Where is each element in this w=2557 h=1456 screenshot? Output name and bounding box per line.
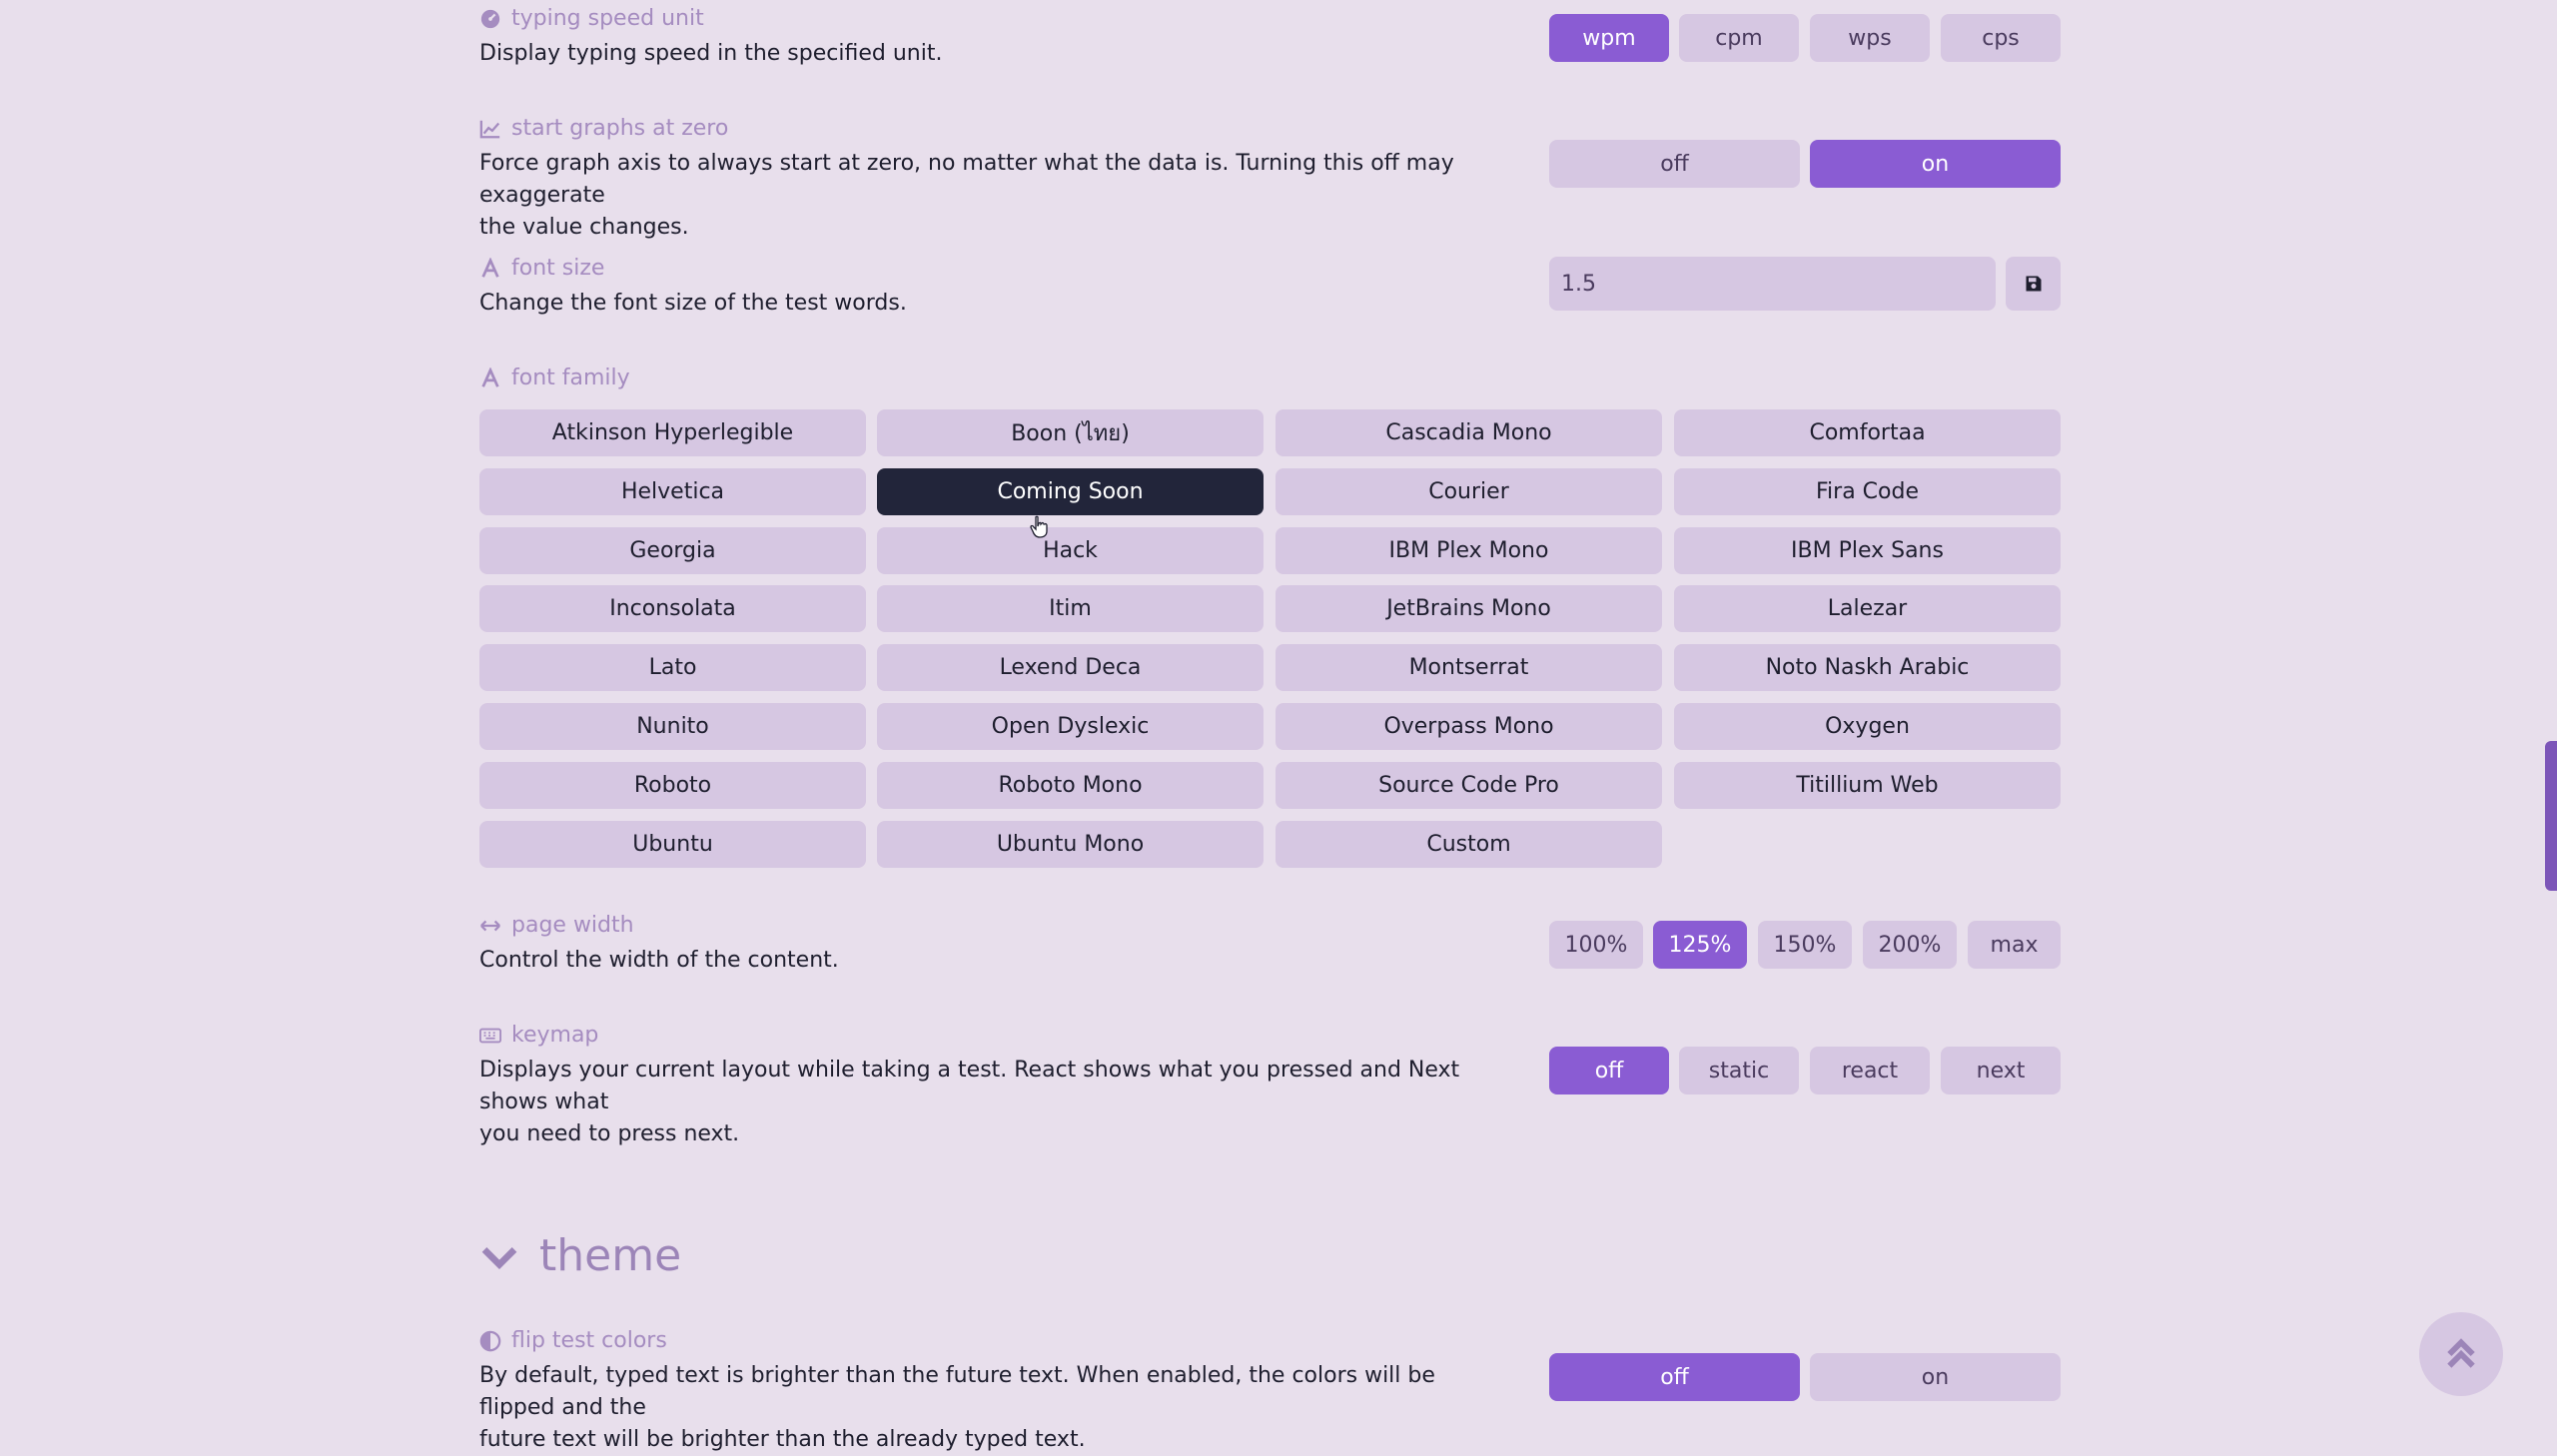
option-max[interactable]: max [1968,921,2061,969]
chart-line-icon [479,120,500,138]
gauge-icon [480,9,500,28]
font-option-ibm-plex-sans[interactable]: IBM Plex Sans [1674,526,2061,574]
font-option-jetbrains-mono[interactable]: JetBrains Mono [1276,585,1662,633]
font-option-nunito[interactable]: Nunito [479,703,866,750]
keyboard-icon [479,1028,501,1043]
scrollbar-thumb[interactable] [2545,741,2557,891]
arrows-horizontal-icon [480,920,500,931]
scroll-to-top-button[interactable] [2419,1312,2503,1396]
setting-title-label: font size [511,256,605,281]
setting-description: Displays your current layout while takin… [479,1055,1488,1150]
description-line: you need to press next. [479,1121,740,1146]
chevron-down-icon [481,1246,517,1269]
font-option-atkinson-hyperlegible[interactable]: Atkinson Hyperlegible [479,409,866,456]
font-option-ubuntu[interactable]: Ubuntu [479,820,866,868]
option-static[interactable]: static [1679,1047,1799,1094]
section-title: theme [539,1230,682,1281]
font-option-ubuntu-mono[interactable]: Ubuntu Mono [877,820,1264,868]
font-option-ibm-plex-mono[interactable]: IBM Plex Mono [1276,526,1662,574]
save-button[interactable] [2006,257,2061,311]
option-cpm[interactable]: cpm [1679,14,1799,62]
hand-cursor-icon [1030,515,1048,538]
font-option-roboto-mono[interactable]: Roboto Mono [877,761,1264,809]
description-line: the value changes. [479,215,689,240]
setting-description: Display typing speed in the specified un… [479,41,943,66]
option-on[interactable]: on [1810,1353,2061,1401]
font-option-source-code-pro[interactable]: Source Code Pro [1276,761,1662,809]
font-option-coming-soon[interactable]: Coming Soon [877,467,1264,515]
option-200[interactable]: 200% [1863,921,1957,969]
keymap-setting: keymap Displays your current layout whil… [479,1021,2062,1146]
font-option-courier[interactable]: Courier [1276,467,1662,515]
font-option-montserrat[interactable]: Montserrat [1276,644,1662,692]
font-option-helvetica[interactable]: Helvetica [479,467,866,515]
option-on[interactable]: on [1810,140,2061,188]
double-chevron-up-icon [2447,1338,2475,1368]
setting-title: start graphs at zero [479,116,728,141]
font-option-titillium-web[interactable]: Titillium Web [1674,761,2061,809]
font-option-overpass-mono[interactable]: Overpass Mono [1276,703,1662,750]
setting-title: font size [479,256,604,281]
setting-title: page width [479,913,634,938]
option-off[interactable]: off [1549,140,1800,188]
font-option-georgia[interactable]: Georgia [479,526,866,574]
option-150[interactable]: 150% [1758,921,1852,969]
option-100[interactable]: 100% [1549,921,1643,969]
setting-description: By default, typed text is brighter than … [479,1360,1488,1456]
setting-title-label: start graphs at zero [511,116,729,141]
typing-speed-unit-setting: typing speed unit Display typing speed i… [479,0,2062,80]
font-option-hack[interactable]: Hack [877,526,1264,574]
setting-description: Change the font size of the test words. [479,291,907,316]
font-option-cascadia-mono[interactable]: Cascadia Mono [1276,409,1662,456]
font-option-open-dyslexic[interactable]: Open Dyslexic [877,703,1264,750]
flip-test-colors-setting: flip test colors By default, typed text … [479,1326,2062,1452]
font-family-setting: font family Atkinson Hyperlegible Boon (ไ… [479,364,2062,873]
half-circle-icon [479,1330,501,1351]
setting-title-label: typing speed unit [511,6,704,31]
option-off[interactable]: off [1549,1047,1669,1094]
font-size-input[interactable]: 1.5 [1549,257,1996,311]
font-option-roboto[interactable]: Roboto [479,761,866,809]
description-line: Displays your current layout while takin… [479,1058,1460,1114]
font-option-boon[interactable]: Boon (ไทย) [877,409,1264,456]
option-react[interactable]: react [1810,1047,1930,1094]
option-wps[interactable]: wps [1810,14,1930,62]
setting-description: Force graph axis to always start at zero… [479,148,1488,244]
font-option-inconsolata[interactable]: Inconsolata [479,585,866,633]
font-option-comfortaa[interactable]: Comfortaa [1674,409,2061,456]
option-off[interactable]: off [1549,1353,1800,1401]
font-icon [481,366,499,387]
font-option-oxygen[interactable]: Oxygen [1674,703,2061,750]
font-option-noto-naskh-arabic[interactable]: Noto Naskh Arabic [1674,644,2061,692]
font-size-setting: font size Change the font size of the te… [479,254,2062,334]
setting-title-label: flip test colors [511,1328,667,1353]
font-option-lalezar[interactable]: Lalezar [1674,585,2061,633]
font-icon [481,257,499,278]
option-next[interactable]: next [1941,1047,2061,1094]
setting-title: keymap [479,1023,598,1048]
setting-description: Control the width of the content. [479,948,839,973]
font-option-lexend-deca[interactable]: Lexend Deca [877,644,1264,692]
save-icon [2026,276,2041,292]
setting-title-label: font family [511,365,630,390]
setting-title-label: page width [511,913,634,938]
page-width-setting: page width Control the width of the cont… [479,911,2062,991]
font-option-custom[interactable]: Custom [1276,820,1662,868]
setting-title: flip test colors [479,1328,667,1353]
setting-title-label: keymap [511,1023,599,1048]
setting-title: typing speed unit [479,6,704,31]
description-line: future text will be brighter than the al… [479,1427,1086,1452]
description-line: Force graph axis to always start at zero… [479,151,1454,208]
description-line: By default, typed text is brighter than … [479,1363,1435,1420]
font-option-fira-code[interactable]: Fira Code [1674,467,2061,515]
option-125[interactable]: 125% [1653,921,1747,969]
start-graphs-at-zero-setting: start graphs at zero Force graph axis to… [479,112,2062,240]
setting-title: font family [479,365,630,390]
theme-section-heading[interactable]: theme [479,1230,681,1281]
option-wpm[interactable]: wpm [1549,14,1669,62]
option-cps[interactable]: cps [1941,14,2061,62]
font-option-itim[interactable]: Itim [877,585,1264,633]
font-option-lato[interactable]: Lato [479,644,866,692]
